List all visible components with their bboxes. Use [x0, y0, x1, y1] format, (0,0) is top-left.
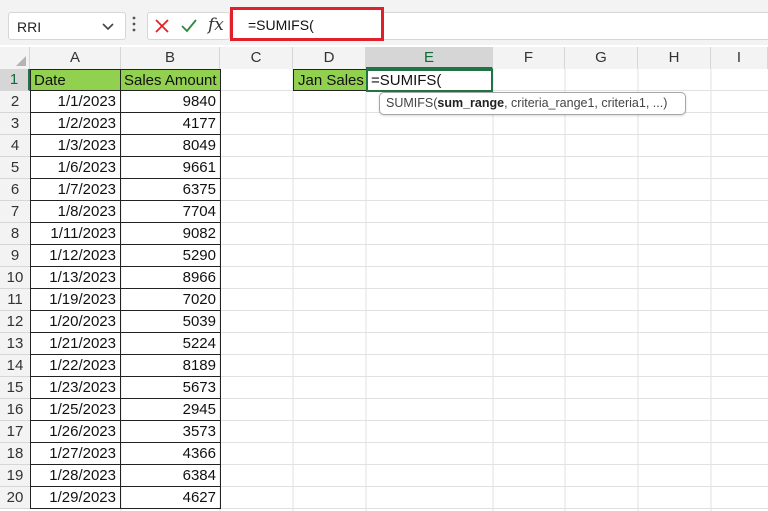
cell-d1[interactable]: Jan Sales — [293, 69, 367, 91]
row-header-13[interactable]: 13 — [0, 333, 30, 355]
tooltip-rest: , criteria_range1, criteria1, ...) — [504, 96, 668, 110]
date-cell[interactable]: 1/8/2023 — [30, 201, 121, 223]
sales-amount-cell[interactable]: 4627 — [120, 487, 221, 509]
formula-bar-area: RRI fx =SUMIFS( — [0, 0, 768, 45]
name-box[interactable]: RRI — [8, 12, 126, 40]
row-header-6[interactable]: 6 — [0, 179, 30, 201]
column-header-d[interactable]: D — [293, 47, 366, 69]
check-icon[interactable] — [180, 18, 198, 34]
active-cell-formula: =SUMIFS( — [371, 72, 442, 89]
date-cell[interactable]: 1/2/2023 — [30, 113, 121, 135]
formula-input-extension[interactable] — [384, 12, 768, 40]
sales-amount-cell[interactable]: 8049 — [120, 135, 221, 157]
row-header-16[interactable]: 16 — [0, 399, 30, 421]
sales-amount-cell[interactable]: 5673 — [120, 377, 221, 399]
formula-input[interactable]: =SUMIFS( — [232, 9, 382, 39]
formula-buttons: fx — [147, 12, 230, 40]
sales-amount-cell[interactable]: 8966 — [120, 267, 221, 289]
formula-text: =SUMIFS( — [248, 17, 314, 33]
row-header-1[interactable]: 1 — [0, 69, 30, 91]
date-cell[interactable]: 1/26/2023 — [30, 421, 121, 443]
tooltip-bold-arg[interactable]: sum_range — [437, 96, 504, 110]
more-options-icon[interactable] — [131, 14, 137, 34]
date-cell[interactable]: 1/29/2023 — [30, 487, 121, 509]
date-cell[interactable]: 1/7/2023 — [30, 179, 121, 201]
row-header-18[interactable]: 18 — [0, 443, 30, 465]
column-header-b[interactable]: B — [121, 47, 220, 69]
column-headers: A B C D E F G H I — [0, 47, 768, 69]
sales-amount-cell[interactable]: 9082 — [120, 223, 221, 245]
select-all-button[interactable] — [0, 47, 30, 69]
sales-amount-cell[interactable]: 5224 — [120, 333, 221, 355]
active-cell-e1[interactable]: =SUMIFS( — [366, 69, 493, 92]
column-header-c[interactable]: C — [220, 47, 293, 69]
row-header-17[interactable]: 17 — [0, 421, 30, 443]
date-cell[interactable]: 1/25/2023 — [30, 399, 121, 421]
row-header-9[interactable]: 9 — [0, 245, 30, 267]
row-header-2[interactable]: 2 — [0, 91, 30, 113]
cell-b1[interactable]: Sales Amount — [120, 69, 221, 91]
tooltip-prefix: SUMIFS( — [386, 96, 438, 110]
date-cell[interactable]: 1/23/2023 — [30, 377, 121, 399]
date-cell[interactable]: 1/19/2023 — [30, 289, 121, 311]
chevron-down-icon[interactable] — [101, 21, 115, 33]
sales-amount-cell[interactable]: 7020 — [120, 289, 221, 311]
row-header-5[interactable]: 5 — [0, 157, 30, 179]
date-cell[interactable]: 1/20/2023 — [30, 311, 121, 333]
row-header-20[interactable]: 20 — [0, 487, 30, 509]
date-cell[interactable]: 1/11/2023 — [30, 223, 121, 245]
sales-amount-cell[interactable]: 2945 — [120, 399, 221, 421]
sales-amount-cell[interactable]: 6384 — [120, 465, 221, 487]
date-cell[interactable]: 1/12/2023 — [30, 245, 121, 267]
row-header-3[interactable]: 3 — [0, 113, 30, 135]
sales-amount-cell[interactable]: 9661 — [120, 157, 221, 179]
date-cell[interactable]: 1/13/2023 — [30, 267, 121, 289]
column-header-h[interactable]: H — [638, 47, 711, 69]
sales-amount-cell[interactable]: 8189 — [120, 355, 221, 377]
sales-amount-cell[interactable]: 7704 — [120, 201, 221, 223]
row-header-11[interactable]: 11 — [0, 289, 30, 311]
date-cell[interactable]: 1/6/2023 — [30, 157, 121, 179]
fx-icon[interactable]: fx — [208, 15, 224, 35]
date-cell[interactable]: 1/3/2023 — [30, 135, 121, 157]
column-header-i[interactable]: I — [711, 47, 768, 69]
row-header-10[interactable]: 10 — [0, 267, 30, 289]
column-header-a[interactable]: A — [30, 47, 121, 69]
column-header-e[interactable]: E — [366, 47, 493, 69]
row-header-4[interactable]: 4 — [0, 135, 30, 157]
date-cell[interactable]: 1/22/2023 — [30, 355, 121, 377]
row-header-12[interactable]: 12 — [0, 311, 30, 333]
sales-amount-cell[interactable]: 5039 — [120, 311, 221, 333]
date-cell[interactable]: 1/27/2023 — [30, 443, 121, 465]
row-header-8[interactable]: 8 — [0, 223, 30, 245]
sales-amount-cell[interactable]: 4177 — [120, 113, 221, 135]
sales-amount-cell[interactable]: 5290 — [120, 245, 221, 267]
cell-a1[interactable]: Date — [30, 69, 121, 91]
column-header-g[interactable]: G — [565, 47, 638, 69]
sales-amount-cell[interactable]: 6375 — [120, 179, 221, 201]
name-box-value: RRI — [17, 19, 42, 35]
sales-amount-cell[interactable]: 9840 — [120, 91, 221, 113]
date-cell[interactable]: 1/1/2023 — [30, 91, 121, 113]
sales-amount-cell[interactable]: 3573 — [120, 421, 221, 443]
row-header-7[interactable]: 7 — [0, 201, 30, 223]
sales-amount-cell[interactable]: 4366 — [120, 443, 221, 465]
row-header-14[interactable]: 14 — [0, 355, 30, 377]
column-header-f[interactable]: F — [493, 47, 565, 69]
date-cell[interactable]: 1/28/2023 — [30, 465, 121, 487]
x-icon[interactable] — [154, 18, 170, 34]
date-cell[interactable]: 1/21/2023 — [30, 333, 121, 355]
row-header-15[interactable]: 15 — [0, 377, 30, 399]
row-header-19[interactable]: 19 — [0, 465, 30, 487]
function-tooltip: SUMIFS(sum_range, criteria_range1, crite… — [379, 92, 686, 115]
